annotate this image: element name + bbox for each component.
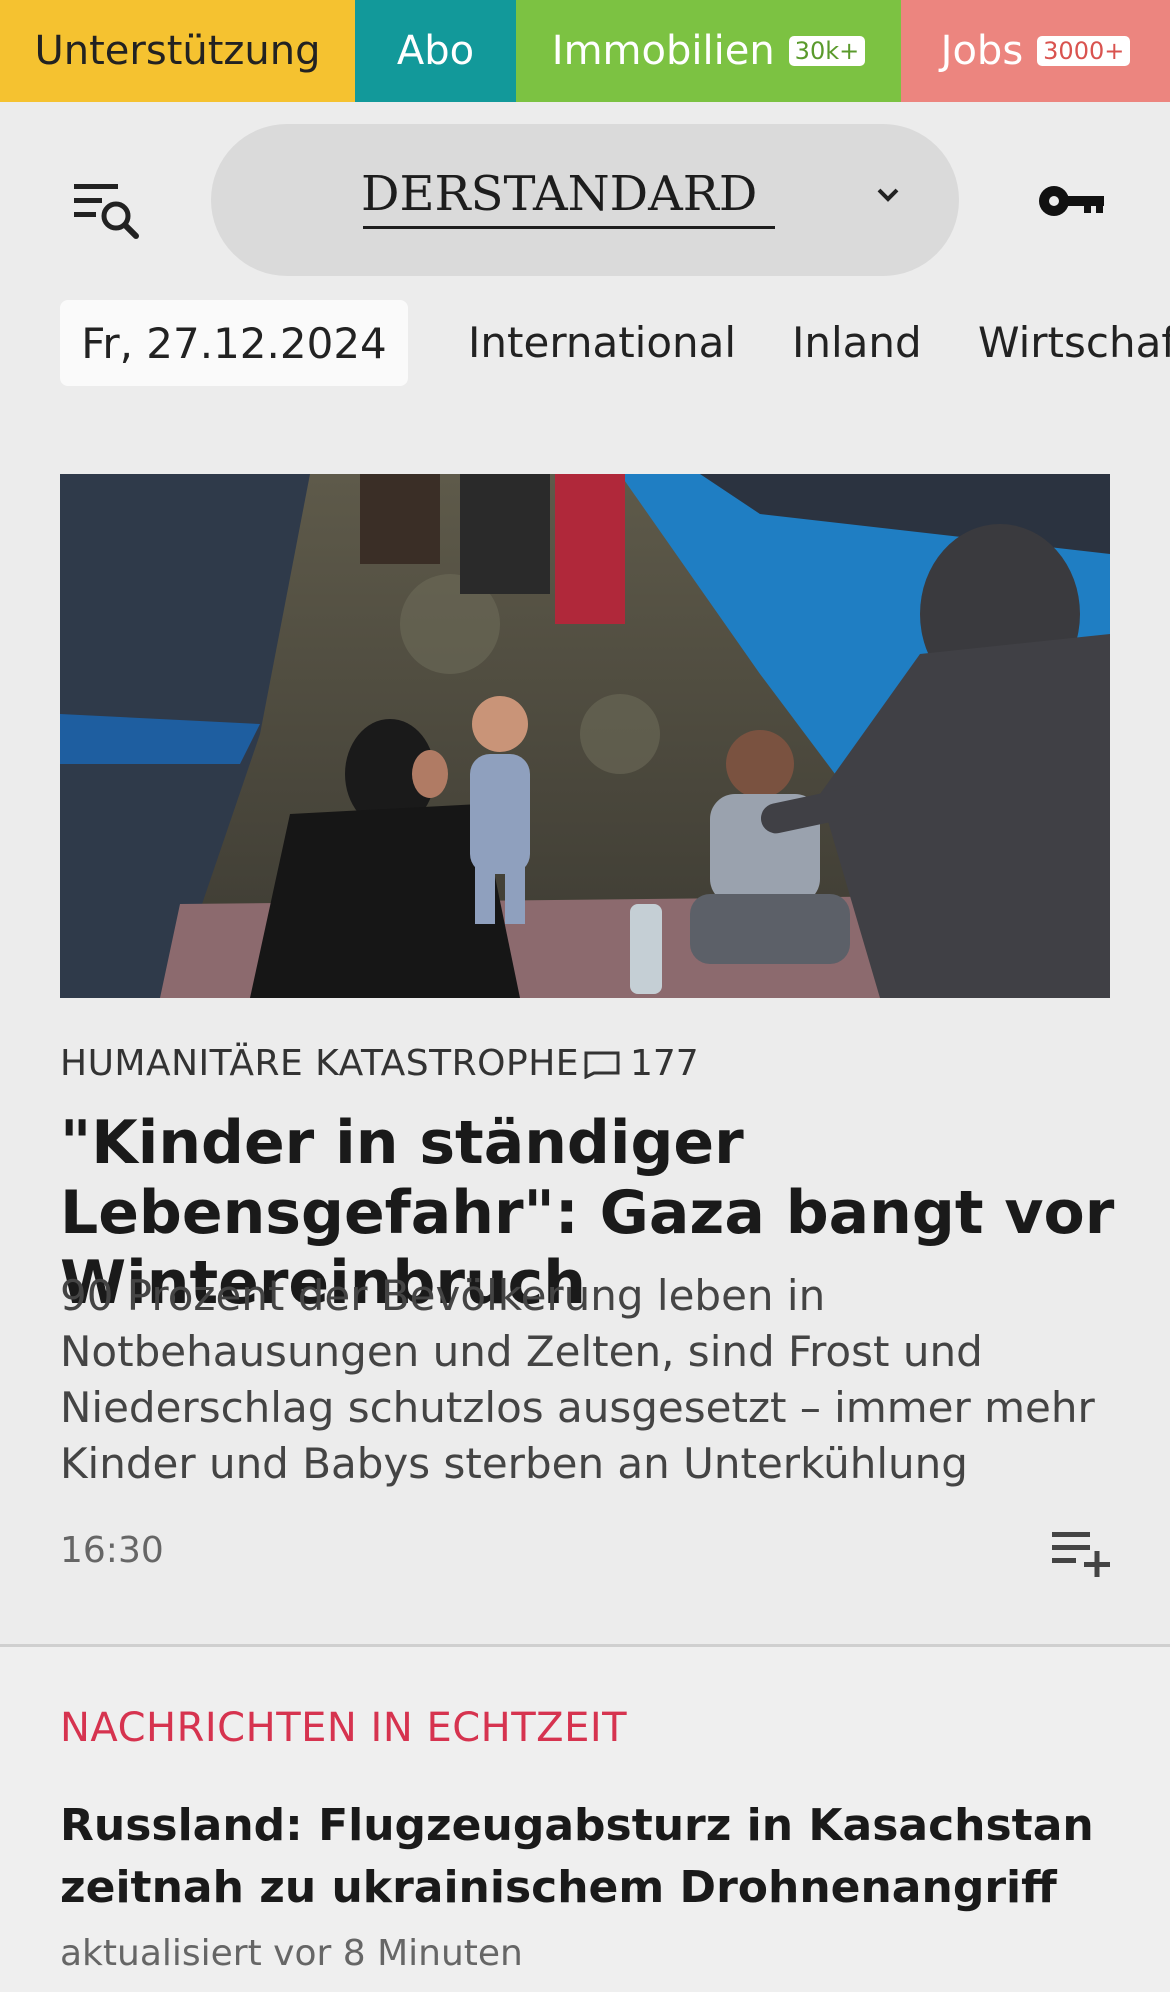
jobs-label: Jobs <box>940 28 1024 74</box>
key-icon <box>1039 186 1104 216</box>
hero-photo <box>60 474 1110 998</box>
live-news-updated: aktualisiert vor 8 Minuten <box>60 1933 523 1974</box>
comment-count-link[interactable]: 177 <box>582 1043 699 1084</box>
abo-label: Abo <box>396 28 475 74</box>
comment-count: 177 <box>630 1043 699 1084</box>
date-chip[interactable]: Fr, 27.12.2024 <box>60 300 408 386</box>
comment-icon <box>584 1051 620 1079</box>
abo-link[interactable]: Abo <box>355 0 516 102</box>
live-news-section: NACHRICHTEN IN ECHTZEIT Russland: Flugze… <box>0 1647 1170 1992</box>
top-service-bar: Unterstützung Abo Immobilien 30k+ Jobs 3… <box>0 0 1170 102</box>
menu-search-button[interactable] <box>72 180 142 240</box>
nav-item-international[interactable]: International <box>468 300 736 386</box>
article-time: 16:30 <box>60 1530 164 1571</box>
site-logo: DERSTANDARD <box>361 166 758 222</box>
article-teaser[interactable]: 90 Prozent der Bevölkerung leben in Notb… <box>60 1268 1120 1492</box>
article-kicker[interactable]: HUMANITÄRE KATASTROPHE <box>60 1043 579 1084</box>
immobilien-link[interactable]: Immobilien 30k+ <box>516 0 901 102</box>
jobs-count-badge: 3000+ <box>1037 36 1131 66</box>
playlist-add-icon <box>1052 1532 1110 1577</box>
live-news-label[interactable]: NACHRICHTEN IN ECHTZEIT <box>60 1705 627 1751</box>
live-news-headline[interactable]: Russland: Flugzeugabsturz in Kasachstan … <box>60 1795 1140 1919</box>
login-button[interactable] <box>1036 178 1106 224</box>
menu-search-icon <box>74 184 139 239</box>
support-label: Unterstützung <box>34 28 321 74</box>
nav-item-inland[interactable]: Inland <box>792 300 922 386</box>
immobilien-count-badge: 30k+ <box>788 36 866 66</box>
logo-edition-selector[interactable]: DERSTANDARD <box>211 124 959 276</box>
chevron-down-icon <box>877 188 899 202</box>
hero-article-image[interactable] <box>60 474 1110 998</box>
nav-item-wirtschaft[interactable]: Wirtschaft <box>978 300 1170 386</box>
jobs-link[interactable]: Jobs 3000+ <box>901 0 1170 102</box>
support-link[interactable]: Unterstützung <box>0 0 355 102</box>
section-nav: Fr, 27.12.2024 International Inland Wirt… <box>0 300 1170 388</box>
add-to-list-button[interactable] <box>1050 1528 1112 1578</box>
logo-underline <box>363 226 775 229</box>
immobilien-label: Immobilien <box>551 28 775 74</box>
